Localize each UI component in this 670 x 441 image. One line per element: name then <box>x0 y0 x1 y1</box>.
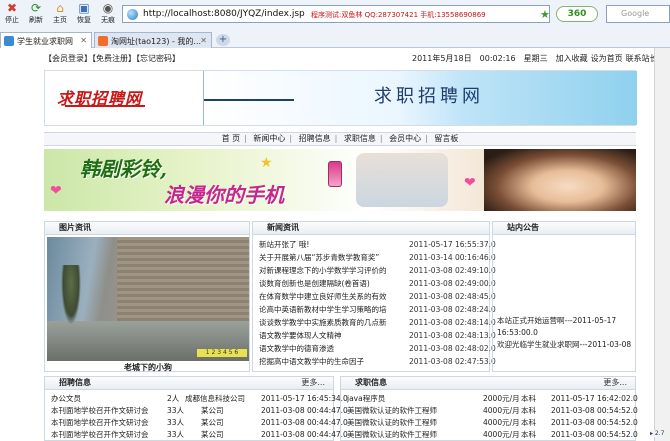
web-page: 【会员登录】【免费注册】【忘记密码】 2011年5月18日 00:02:16 星期三… <box>0 48 670 441</box>
news-item[interactable]: 论高中英语新教材中学生学习策略的培 2011-03-08 02:48:24.0 <box>259 304 496 316</box>
tab-close-icon[interactable]: ✕ <box>200 36 207 45</box>
tab-close-icon[interactable]: ✕ <box>80 36 87 45</box>
couple-image <box>356 153 448 207</box>
promo-line-2: 浪漫你的手机 <box>164 183 284 207</box>
new-tab-button[interactable]: + <box>216 34 230 46</box>
set-home-link[interactable]: 设为首页 <box>591 54 623 63</box>
zoom-indicator[interactable]: ▸ 2.7 <box>650 430 665 437</box>
news-item[interactable]: 在体育数学中建立良好师生关系的有效 2011-03-08 02:48:45.0 <box>259 291 496 303</box>
header-logo-area: 求职招聘网 求职招聘网 <box>44 70 637 126</box>
notice-item[interactable]: 本站正式开始运营啊---2011-05-17 <box>497 315 633 327</box>
page-favicon-icon <box>4 36 14 46</box>
restore-button[interactable]: ▣ 恢复 <box>72 1 96 29</box>
tab-strip: 学生就业求职网 ✕ 淘网址(tao123) - 我的... ✕ <box>0 31 670 48</box>
time-text: 00:02:16 <box>479 54 516 63</box>
nav-news[interactable]: 新闻中心 <box>253 134 285 143</box>
globe-icon <box>127 9 138 20</box>
news-item[interactable]: 新站开张了 哦! 2011-05-17 16:55:37.0 <box>259 239 496 251</box>
incognito-button[interactable]: ◉ 无痕 <box>96 1 120 29</box>
restore-icon: ▣ <box>78 1 90 15</box>
star-icon[interactable]: ★ <box>540 8 550 21</box>
photo-panel: 1 2 3 4 5 6 老城下的小狗 <box>44 235 250 372</box>
heart-icon: ❤ <box>464 175 476 191</box>
news-item[interactable]: 语文教学中的德育渗透 2011-03-08 02:48:02.0 <box>259 343 496 355</box>
nav-members[interactable]: 会员中心 <box>389 134 421 143</box>
promo-banner[interactable]: ❤ ❤ ★ 韩剧彩铃, 浪漫你的手机 <box>44 149 636 211</box>
jobs-panel: 办公文员 2人 成都信息科技公司 2011-05-17 16:45:34.0 本刊面地… <box>44 390 348 441</box>
jobs-panel-header: 招聘信息 更多... <box>44 376 334 390</box>
search-input[interactable]: Google <box>606 5 670 23</box>
address-url: http://localhost:8080/JYQZ/index.jsp <box>143 9 305 19</box>
main-nav: 首 页 | 新闻中心 | 招聘信息 | 求职信息 | 会员中心 | 留言板 <box>44 132 636 146</box>
nav-home[interactable]: 首 页 <box>222 134 241 143</box>
nav-guestbook[interactable]: 留言板 <box>434 134 458 143</box>
vertical-scrollbar[interactable] <box>654 48 670 441</box>
logo-underline <box>65 105 145 107</box>
seekers-panel: java程序员 2000元/月 本科 2011-05-17 16:42:02.0 美国… <box>340 390 638 441</box>
security-360-badge[interactable]: 360 <box>556 6 598 22</box>
home-icon: ⌂ <box>56 1 64 15</box>
nav-jobs[interactable]: 招聘信息 <box>299 134 331 143</box>
news-panel-header: 新闻资讯 <box>252 221 490 235</box>
news-item[interactable]: 挖掘高中语文教学中的生命因子 2011-03-08 02:47:53.0 <box>259 356 496 368</box>
photo-wall <box>117 237 249 321</box>
refresh-icon: ⟳ <box>30 1 42 15</box>
notice-item[interactable]: 欢迎光临学生就业求职网---2011-03-08 <box>497 339 633 351</box>
photo-pager[interactable]: 1 2 3 4 5 6 <box>197 349 247 357</box>
portrait-image <box>484 149 636 211</box>
header-banner: 求职招聘网 <box>203 71 637 125</box>
notice-list: 本站正式开始运营啊---2011-05-17 16:53:00.0 欢迎光临学生… <box>497 315 633 351</box>
news-item[interactable]: 关于开展第八届“苏步青数学教育奖” 2011-03-14 00:16:46.0 <box>259 252 496 264</box>
news-item[interactable]: 谈谈数学教学中实施素质教育的几点新 2011-03-08 02:48:14.0 <box>259 317 496 329</box>
close-icon: ✖ <box>6 1 18 15</box>
contact-link[interactable]: 联系站长 <box>626 54 658 63</box>
promo-line-1: 韩剧彩铃, <box>80 157 167 181</box>
member-links[interactable]: 【会员登录】【免费注册】【忘记密码】 <box>44 53 180 64</box>
news-photo[interactable]: 1 2 3 4 5 6 <box>47 237 249 361</box>
phone-icon <box>328 161 342 187</box>
date-text: 2011年5月18日 <box>412 54 472 63</box>
banner-title: 求职招聘网 <box>374 86 484 107</box>
add-favorites-link[interactable]: 加入收藏 <box>556 54 588 63</box>
notice-panel-header: 站内公告 <box>492 221 636 235</box>
photo-panel-header: 图片资讯 <box>44 221 250 235</box>
banner-line <box>204 99 294 101</box>
photo-caption[interactable]: 老城下的小狗 <box>45 362 251 373</box>
top-right-info: 2011年5月18日 00:02:16 星期三 加入收藏 设为首页 联系站长 <box>412 53 666 64</box>
seekers-more-link[interactable]: 更多... <box>603 377 627 389</box>
nav-seekers[interactable]: 求职信息 <box>344 134 376 143</box>
incognito-icon: ◉ <box>102 1 114 15</box>
seekers-panel-header: 求职信息 更多... <box>340 376 636 390</box>
news-item[interactable]: 谈数育创新也是创建隔缺(卷首语) 2011-03-08 02:49:00.0 <box>259 278 496 290</box>
tab-tao123[interactable]: 淘网址(tao123) - 我的... ✕ <box>94 32 212 48</box>
tab-student-jobs[interactable]: 学生就业求职网 ✕ <box>0 32 92 48</box>
browser-chrome: ✖ 停止 ⟳ 刷新 ⌂ 主页 ▣ 恢复 ◉ 无痕 http://localhos… <box>0 0 670 48</box>
news-panel: 新站开张了 哦! 2011-05-17 16:55:37.0 关于开展第八届“苏步… <box>252 235 496 372</box>
tao123-favicon-icon <box>98 36 108 46</box>
heart-icon: ❤ <box>50 183 62 199</box>
refresh-button[interactable]: ⟳ 刷新 <box>24 1 48 29</box>
photo-tree <box>61 265 81 325</box>
home-button[interactable]: ⌂ 主页 <box>48 1 72 29</box>
weekday-text: 星期三 <box>523 54 548 63</box>
news-item[interactable]: 语文教学要体现人文精神 2011-03-08 02:48:13.0 <box>259 330 496 342</box>
notice-item-continuation[interactable]: 16:53:00.0 <box>497 327 633 339</box>
jobs-more-link[interactable]: 更多... <box>301 377 325 389</box>
address-promo-text: 程序测试:双鱼林 QQ:287307421 手机:13558690869 <box>311 11 486 19</box>
notice-panel: 本站正式开始运营啊---2011-05-17 16:53:00.0 欢迎光临学生… <box>492 235 636 372</box>
address-bar[interactable]: http://localhost:8080/JYQZ/index.jsp 程序测… <box>122 5 550 23</box>
star-icon: ★ <box>260 155 273 171</box>
news-item[interactable]: 对新课程理念下的小学数学学习评价的 2011-03-08 02:49:10.0 <box>259 265 496 277</box>
stop-button[interactable]: ✖ 停止 <box>0 1 24 29</box>
